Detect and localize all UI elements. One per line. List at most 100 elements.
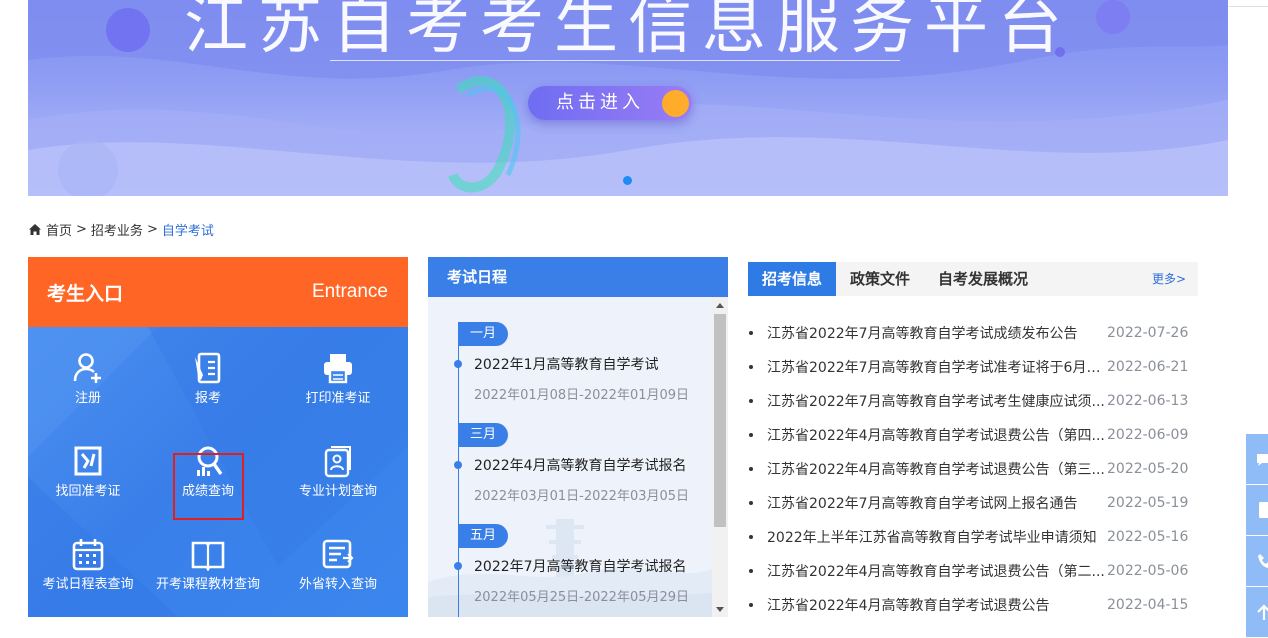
- list-item[interactable]: 江苏省2022年7月高等教育自学考试考生健康应试须... 2022-06-13: [748, 384, 1198, 418]
- event-title[interactable]: 2022年4月高等教育自学考试报名: [474, 455, 687, 475]
- transfer-in-tile[interactable]: 外省转入查询: [268, 529, 408, 617]
- scroll-down-arrow-icon[interactable]: [712, 601, 728, 617]
- banner-divider: [330, 60, 900, 61]
- register-label: 注册: [74, 391, 101, 406]
- exam-calendar-tile[interactable]: 考试日程表查询: [28, 529, 148, 617]
- news-title[interactable]: 江苏省2022年7月高等教育自学考试成绩发布公告: [767, 323, 1107, 343]
- list-item[interactable]: 江苏省2022年4月高等教育自学考试退费公告（第二... 2022-05-06: [748, 554, 1198, 588]
- breadcrumb-home[interactable]: 首页: [46, 220, 72, 239]
- entrance-title-en: Entrance: [311, 281, 388, 302]
- top-rule: [1229, 6, 1268, 7]
- side-phone-button[interactable]: [1246, 536, 1268, 586]
- month-badge: 一月: [458, 322, 509, 346]
- news-title[interactable]: 江苏省2022年4月高等教育自学考试退费公告（第二...: [767, 561, 1107, 581]
- news-date: 2022-05-06: [1107, 563, 1189, 579]
- home-icon: [29, 224, 41, 235]
- news-panel: 招考信息 政策文件 自考发展概况 更多> 江苏省2022年7月高等教育自学考试成…: [748, 262, 1198, 622]
- breadcrumb-zhaokao[interactable]: 招考业务: [91, 220, 143, 239]
- banner-title: 江苏自考考生信息服务平台: [184, 0, 1072, 63]
- news-tab-bar: 招考信息 政策文件 自考发展概况 更多>: [748, 262, 1198, 296]
- side-top-button[interactable]: [1246, 587, 1268, 637]
- news-date: 2022-04-15: [1107, 597, 1189, 613]
- breadcrumb-separator: >: [76, 222, 87, 237]
- side-float-toolbar: [1246, 434, 1268, 638]
- bullet-dot: [749, 433, 753, 437]
- schedule-timeline[interactable]: 一月 2022年1月高等教育自学考试 2022年01月08日-2022年01月0…: [428, 297, 728, 617]
- exam-schedule-panel: 考试日程 一月 2022年1月高等教育自学考试 2022年01月08日-2022…: [428, 257, 728, 617]
- plan-doc-icon: [324, 446, 351, 478]
- side-mobile-button[interactable]: [1246, 485, 1268, 535]
- hero-banner[interactable]: 江苏自考考生信息服务平台 点击进入: [28, 0, 1228, 196]
- news-title[interactable]: 江苏省2022年7月高等教育自学考试网上报名通告: [767, 493, 1107, 513]
- news-title[interactable]: 江苏省2022年4月高等教育自学考试退费公告（第三...: [767, 459, 1107, 479]
- list-item[interactable]: 江苏省2022年4月高等教育自学考试退费公告（第四... 2022-06-09: [748, 418, 1198, 452]
- list-item[interactable]: 江苏省2022年7月高等教育自学考试网上报名通告 2022-05-19: [748, 486, 1198, 520]
- event-date: 2022年01月08日-2022年01月09日: [474, 388, 690, 403]
- list-item[interactable]: 江苏省2022年4月高等教育自学考试退费公告 2022-04-15: [748, 588, 1198, 622]
- news-title[interactable]: 2022年上半年江苏省高等教育自学考试毕业申请须知: [767, 527, 1107, 547]
- phone-icon: [1258, 554, 1268, 568]
- print-ticket-tile[interactable]: 打印准考证: [268, 343, 408, 436]
- score-query-tile[interactable]: 成绩查询: [148, 436, 268, 529]
- entrance-panel: 考生入口 Entrance 注册 报考 打印准考证 找回准考证 成绩查询 专业计…: [28, 257, 408, 617]
- carousel-indicator[interactable]: [623, 176, 632, 185]
- apply-exam-tile[interactable]: 报考: [148, 343, 268, 436]
- bullet-dot: [749, 535, 753, 539]
- transfer-in-label: 外省转入查询: [298, 577, 377, 592]
- breadcrumb: 首页 > 招考业务 > 自学考试: [28, 220, 214, 239]
- news-date: 2022-05-16: [1107, 529, 1189, 545]
- event-title[interactable]: 2022年7月高等教育自学考试报名: [474, 556, 687, 576]
- tab-policy-docs[interactable]: 政策文件: [836, 262, 924, 296]
- news-title[interactable]: 江苏省2022年7月高等教育自学考试考生健康应试须...: [767, 391, 1107, 411]
- news-title[interactable]: 江苏省2022年4月高等教育自学考试退费公告（第四...: [767, 425, 1107, 445]
- retrieve-ticket-tile[interactable]: 找回准考证: [28, 436, 148, 529]
- bullet-dot: [749, 569, 753, 573]
- bullet-dot: [749, 365, 753, 369]
- side-chat-button[interactable]: [1246, 434, 1268, 484]
- tab-admission-info[interactable]: 招考信息: [748, 262, 837, 296]
- course-textbook-tile[interactable]: 开考课程教材查询: [148, 529, 268, 617]
- bullet-dot: [749, 399, 753, 403]
- news-date: 2022-06-21: [1107, 359, 1189, 375]
- news-title[interactable]: 江苏省2022年7月高等教育自学考试准考证将于6月2...: [767, 357, 1107, 377]
- news-date: 2022-05-20: [1107, 461, 1189, 477]
- event-title[interactable]: 2022年1月高等教育自学考试: [474, 354, 659, 374]
- more-link[interactable]: 更多>: [1152, 262, 1186, 296]
- register-tile[interactable]: 注册: [28, 343, 148, 436]
- bullet-dot: [749, 467, 753, 471]
- exam-calendar-label: 考试日程表查询: [42, 577, 134, 592]
- chat-bubble-icon: [1257, 454, 1268, 466]
- breadcrumb-separator: >: [146, 222, 158, 237]
- event-date: 2022年05月25日-2022年05月29日: [474, 590, 690, 605]
- form-pen-icon: [195, 352, 221, 384]
- enter-button-dot: [662, 90, 689, 117]
- month-badge: 三月: [458, 423, 509, 447]
- scroll-thumb[interactable]: [714, 314, 726, 527]
- schedule-scrollbar[interactable]: [712, 297, 728, 617]
- list-item[interactable]: 江苏省2022年7月高等教育自学考试准考证将于6月2... 2022-06-21: [748, 350, 1198, 384]
- timeline-dot: [454, 360, 462, 368]
- mobile-icon: [1259, 502, 1268, 518]
- bullet-dot: [749, 603, 753, 607]
- list-item[interactable]: 江苏省2022年4月高等教育自学考试退费公告（第三... 2022-05-20: [748, 452, 1198, 486]
- news-date: 2022-06-13: [1107, 393, 1189, 409]
- news-title[interactable]: 江苏省2022年4月高等教育自学考试退费公告: [767, 595, 1107, 615]
- major-plan-label: 专业计划查询: [298, 484, 377, 499]
- list-item[interactable]: 江苏省2022年7月高等教育自学考试成绩发布公告 2022-07-26: [748, 316, 1198, 350]
- major-plan-tile[interactable]: 专业计划查询: [268, 436, 408, 529]
- retrieve-ticket-label: 找回准考证: [55, 484, 121, 499]
- retrieve-ticket-icon: [74, 446, 102, 476]
- scroll-up-arrow-icon[interactable]: [712, 297, 728, 313]
- entrance-header: 考生入口 Entrance: [28, 257, 408, 327]
- entrance-title: 考生入口: [47, 282, 124, 305]
- print-ticket-label: 打印准考证: [305, 391, 371, 406]
- news-list: 江苏省2022年7月高等教育自学考试成绩发布公告 2022-07-26 江苏省20…: [748, 316, 1198, 622]
- list-item[interactable]: 2022年上半年江苏省高等教育自学考试毕业申请须知 2022-05-16: [748, 520, 1198, 554]
- transfer-icon: [322, 539, 354, 569]
- book-icon: [191, 541, 225, 571]
- printer-icon: [324, 354, 352, 384]
- timeline-dot: [454, 562, 462, 570]
- tab-development-overview[interactable]: 自考发展概况: [924, 262, 1042, 296]
- breadcrumb-current[interactable]: 自学考试: [162, 220, 214, 239]
- bullet-dot: [749, 501, 753, 505]
